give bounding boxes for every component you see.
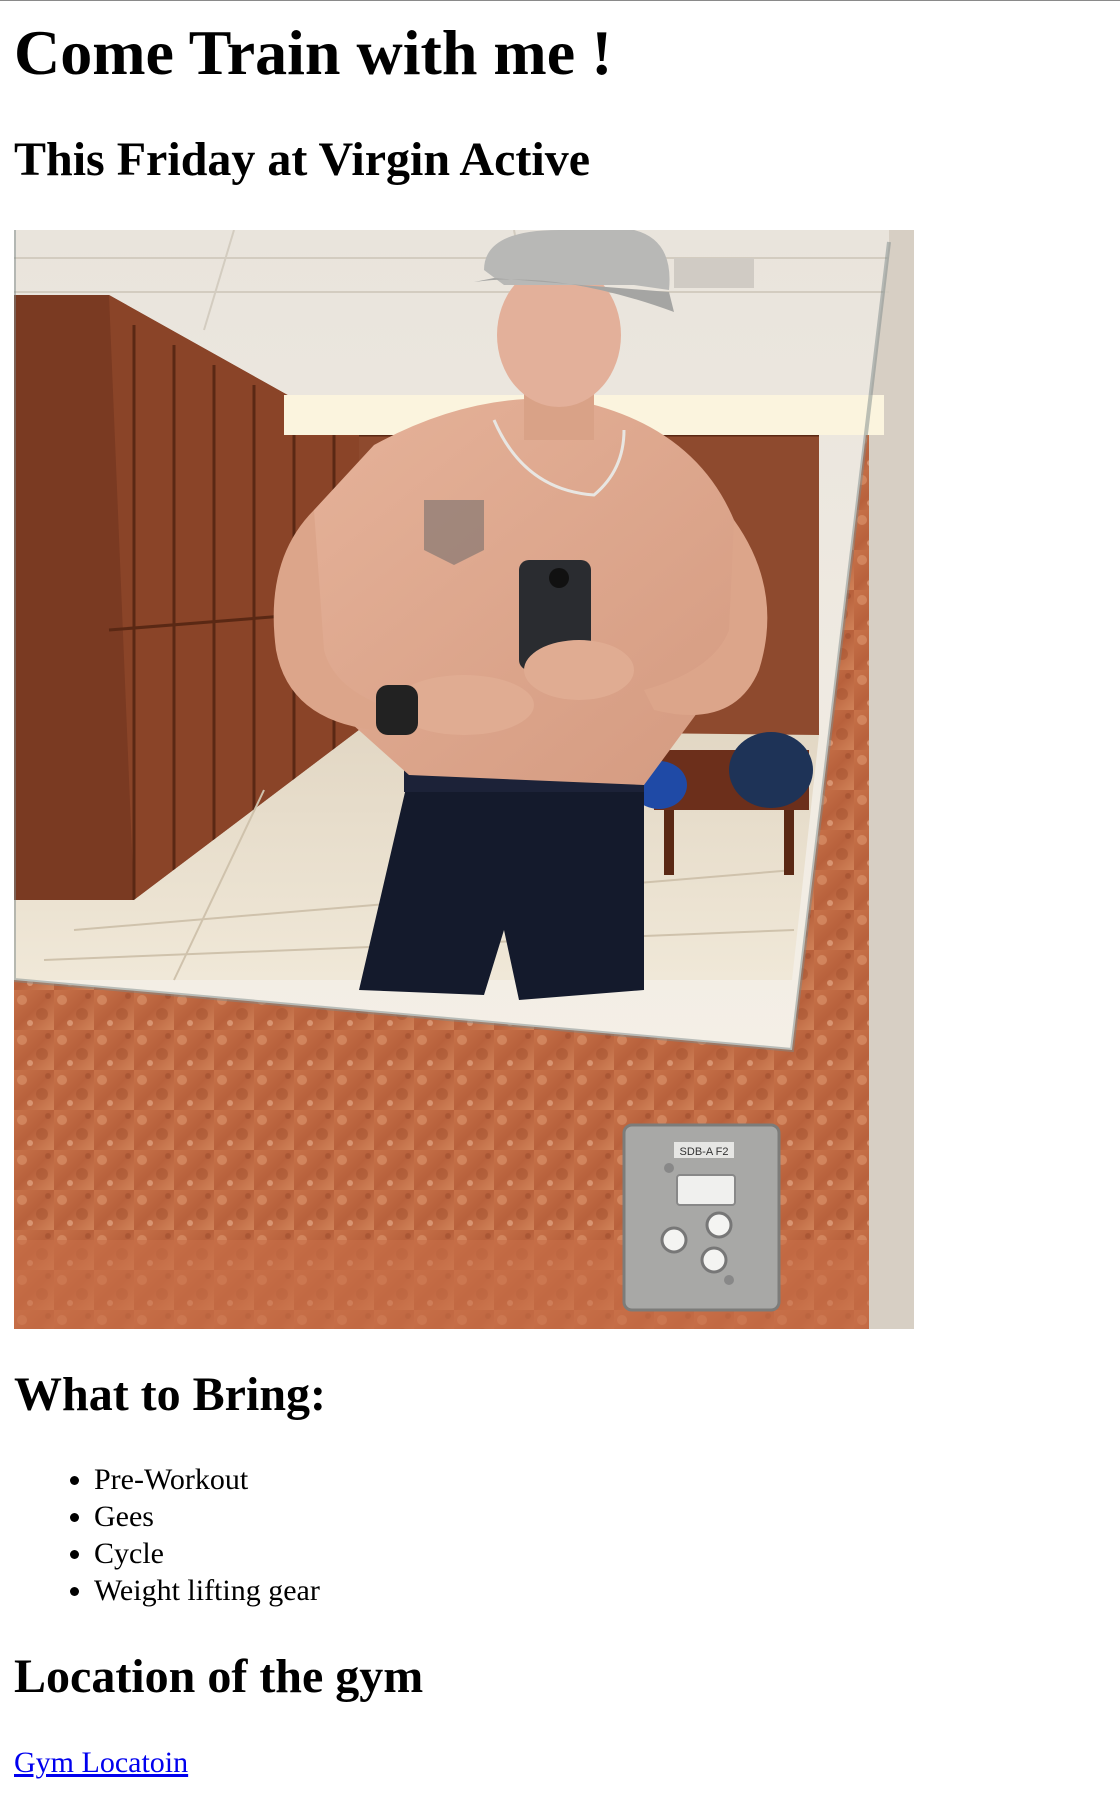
list-item: Gees xyxy=(94,1498,320,1535)
list-item: Cycle xyxy=(94,1535,320,1572)
bring-list: Pre-Workout Gees Cycle Weight lifting ge… xyxy=(14,1461,320,1609)
list-item: Pre-Workout xyxy=(94,1461,320,1498)
page-title: Come Train with me ! xyxy=(14,17,613,88)
event-subtitle: This Friday at Virgin Active xyxy=(14,133,590,186)
bring-heading: What to Bring: xyxy=(14,1368,326,1421)
list-item: Weight lifting gear xyxy=(94,1572,320,1609)
gym-location-link[interactable]: Gym Locatoin xyxy=(14,1744,188,1781)
switch-label: SDB-A F2 xyxy=(680,1146,729,1158)
location-heading: Location of the gym xyxy=(14,1650,424,1703)
gym-selfie-image: SDB-A F2 xyxy=(14,230,914,1329)
